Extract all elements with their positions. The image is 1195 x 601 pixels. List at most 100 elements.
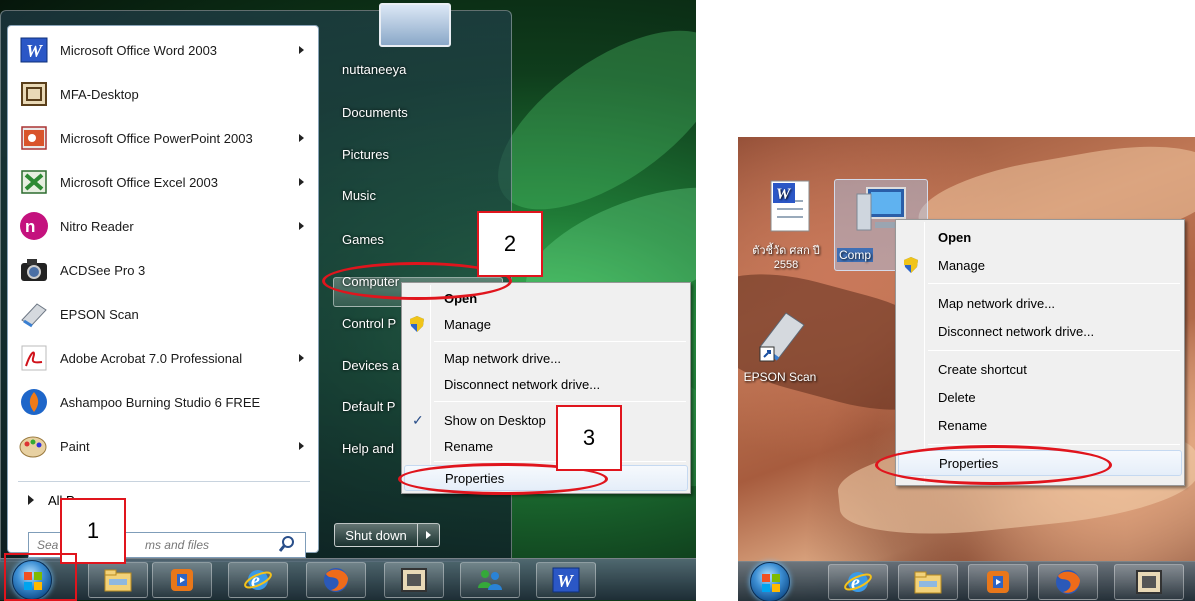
menu-separator — [928, 283, 1180, 284]
taskbar: e W — [0, 558, 696, 600]
program-label: Paint — [60, 438, 90, 454]
nitro-icon: n — [18, 210, 50, 242]
excel-icon — [18, 166, 50, 198]
window-icon — [18, 78, 50, 110]
messenger-icon[interactable] — [460, 562, 520, 598]
menu-item-create-shortcut[interactable]: Create shortcut — [898, 356, 1182, 382]
program-label: MFA-Desktop — [60, 86, 139, 102]
submenu-arrow-icon — [299, 178, 304, 186]
program-item-paint[interactable]: Paint — [12, 426, 314, 466]
arrow-right-icon — [426, 531, 431, 539]
menu-item-rename[interactable]: Rename — [404, 433, 688, 459]
right-item-default-programs[interactable]: Default P — [342, 399, 395, 414]
menu-item-map-network-drive[interactable]: Map network drive... — [404, 345, 688, 371]
right-item-user[interactable]: nuttaneeya — [342, 62, 406, 77]
right-item-pictures[interactable]: Pictures — [342, 147, 389, 162]
start-menu-screenshot: W Microsoft Office Word 2003 MFA-Desktop… — [0, 0, 696, 601]
shutdown-button-group: Shut down — [334, 523, 444, 547]
explorer-icon[interactable] — [88, 562, 148, 598]
svg-text:W: W — [26, 41, 44, 61]
explorer-icon[interactable] — [898, 564, 958, 600]
powerpoint-icon — [18, 122, 50, 154]
desktop-icon-word-document[interactable]: W ตัวชี้วัด ศสก ปี 2558 — [744, 179, 828, 272]
program-label: Adobe Acrobat 7.0 Professional — [60, 350, 243, 366]
firefox-icon[interactable] — [1038, 564, 1098, 600]
menu-item-rename[interactable]: Rename — [898, 412, 1182, 438]
shutdown-options-button[interactable] — [418, 523, 440, 547]
svg-text:W: W — [776, 186, 792, 203]
acrobat-icon — [18, 342, 50, 374]
window-icon[interactable] — [384, 562, 444, 598]
submenu-arrow-icon — [299, 222, 304, 230]
right-item-help[interactable]: Help and — [342, 441, 394, 456]
submenu-arrow-icon — [299, 442, 304, 450]
menu-item-show-on-desktop[interactable]: ✓ Show on Desktop — [404, 407, 688, 433]
start-button[interactable] — [750, 562, 790, 601]
program-item-epson-scan[interactable]: EPSON Scan — [12, 294, 314, 334]
annotation-box-start — [4, 553, 77, 601]
program-item-nitro-reader[interactable]: n Nitro Reader — [12, 206, 314, 246]
burn-icon — [18, 386, 50, 418]
right-item-devices[interactable]: Devices a — [342, 358, 399, 373]
uac-shield-icon — [904, 257, 918, 273]
submenu-arrow-icon — [299, 354, 304, 362]
right-item-music[interactable]: Music — [342, 188, 376, 203]
program-item-mfa-desktop[interactable]: MFA-Desktop — [12, 74, 314, 114]
internet-explorer-icon[interactable]: e — [828, 564, 888, 600]
menu-item-open[interactable]: Open — [898, 224, 1182, 250]
menu-item-manage[interactable]: Manage — [898, 252, 1182, 278]
word-icon[interactable]: W — [536, 562, 596, 598]
media-player-icon[interactable] — [968, 564, 1028, 600]
menu-separator — [434, 341, 686, 342]
menu-item-map-network-drive[interactable]: Map network drive... — [898, 290, 1182, 316]
desktop-icon-label: EPSON Scan — [743, 370, 817, 384]
program-item-acrobat[interactable]: Adobe Acrobat 7.0 Professional — [12, 338, 314, 378]
scanner-icon — [18, 298, 50, 330]
programs-pane: W Microsoft Office Word 2003 MFA-Desktop… — [7, 25, 319, 558]
program-label: Nitro Reader — [60, 218, 134, 234]
paint-icon — [18, 430, 50, 462]
svg-text:n: n — [25, 217, 35, 236]
firefox-icon[interactable] — [306, 562, 366, 598]
program-label: Ashampoo Burning Studio 6 FREE — [60, 394, 261, 410]
submenu-arrow-icon — [299, 134, 304, 142]
svg-text:W: W — [557, 571, 575, 591]
program-label: Microsoft Office Word 2003 — [60, 42, 218, 58]
word-document-icon: W — [770, 180, 810, 232]
menu-item-disconnect-network-drive[interactable]: Disconnect network drive... — [898, 318, 1182, 344]
program-item-powerpoint[interactable]: Microsoft Office PowerPoint 2003 — [12, 118, 314, 158]
program-label: EPSON Scan — [60, 306, 139, 322]
step-callout-2: 2 — [477, 211, 543, 277]
program-label: ACDSee Pro 3 — [60, 262, 146, 278]
submenu-arrow-icon — [299, 46, 304, 54]
desktop-screenshot: W ตัวชี้วัด ศสก ปี 2558 Comp EPSON Scan … — [738, 137, 1195, 601]
right-item-control-panel[interactable]: Control P — [342, 316, 396, 331]
desktop-icon-epson-scan[interactable]: EPSON Scan — [738, 301, 822, 384]
program-item-ashampoo[interactable]: Ashampoo Burning Studio 6 FREE — [12, 382, 314, 422]
internet-explorer-icon[interactable]: e — [228, 562, 288, 598]
program-label: Microsoft Office Excel 2003 — [60, 174, 218, 190]
media-player-icon[interactable] — [152, 562, 212, 598]
menu-item-delete[interactable]: Delete — [898, 384, 1182, 410]
uac-shield-icon — [410, 316, 424, 332]
menu-separator — [434, 401, 686, 402]
menu-item-disconnect-network-drive[interactable]: Disconnect network drive... — [404, 371, 688, 397]
search-icon[interactable] — [278, 534, 301, 556]
shutdown-button[interactable]: Shut down — [334, 523, 418, 547]
desktop-icon-label: ตัวชี้วัด ศสก ปี 2558 — [752, 245, 820, 271]
divider — [18, 481, 310, 482]
menu-separator — [928, 350, 1180, 351]
triangle-right-icon — [28, 495, 34, 505]
word-icon: W — [18, 34, 50, 66]
program-item-word[interactable]: W Microsoft Office Word 2003 — [12, 30, 314, 70]
camera-icon — [18, 254, 50, 286]
right-item-documents[interactable]: Documents — [342, 105, 408, 120]
menu-item-manage[interactable]: Manage — [404, 311, 688, 337]
right-item-games[interactable]: Games — [342, 232, 384, 247]
window-icon[interactable] — [1114, 564, 1184, 600]
program-item-excel[interactable]: Microsoft Office Excel 2003 — [12, 162, 314, 202]
search-placeholder-end: ms and files — [144, 538, 209, 552]
program-item-acdsee[interactable]: ACDSee Pro 3 — [12, 250, 314, 290]
checkmark-icon: ✓ — [412, 411, 424, 428]
user-picture[interactable] — [379, 3, 451, 47]
